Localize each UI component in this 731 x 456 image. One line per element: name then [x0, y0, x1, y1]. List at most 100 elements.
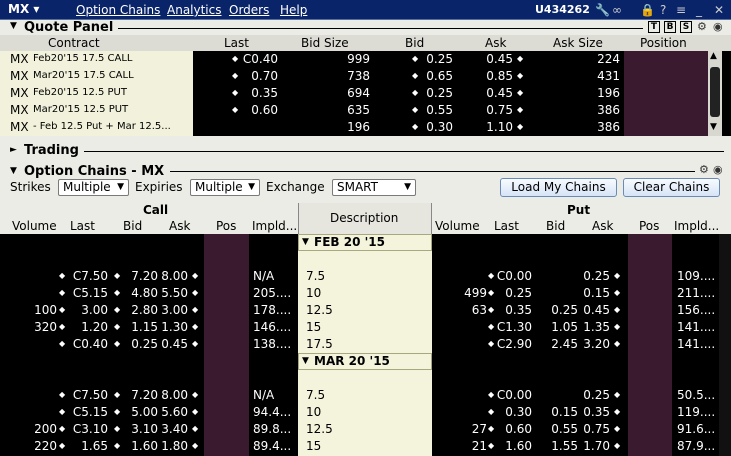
minimize-icon[interactable]: _: [696, 3, 702, 17]
chain-row[interactable]: ◆ C7.50 ◆ 7.20 8.00 ◆ N/A 7.5 ◆ C0.00 0.25 ◆ 109....: [0, 268, 731, 285]
chevron-down-icon[interactable]: ▼: [302, 356, 309, 366]
put-last-cell: 0.60: [505, 422, 532, 436]
expiries-select[interactable]: Multiple ▼: [190, 179, 260, 196]
diamond-icon: ◆: [192, 441, 199, 450]
quote-row[interactable]: MX Mar20'15 12.5 PUT ◆ 0.60 635 ◆ 0.55 0.75 ◆ 386: [0, 102, 708, 119]
scroll-thumb[interactable]: [710, 67, 720, 117]
call-volume-cell: 100: [34, 303, 57, 317]
symbol-selector[interactable]: MX ▾: [8, 2, 39, 16]
menu-option-chains[interactable]: Option Chains: [76, 3, 160, 17]
chain-row[interactable]: 200 ◆ C3.10 ◆ 3.10 3.40 ◆ 89.8... 12.5 27 ◆ 0.60 0.5…: [0, 421, 731, 438]
col-call-volume[interactable]: Volume: [12, 219, 57, 233]
expand-icon[interactable]: ►: [10, 145, 17, 155]
diamond-icon: ◆: [614, 288, 621, 297]
col-ask-size[interactable]: Ask Size: [553, 36, 603, 50]
col-contract[interactable]: Contract: [48, 36, 100, 50]
call-last-cell: 3.00: [81, 303, 108, 317]
col-put-ask[interactable]: Ask: [592, 219, 613, 233]
menu-help[interactable]: Help: [280, 3, 307, 17]
col-call-pos[interactable]: Pos: [216, 219, 236, 233]
link-icon[interactable]: ∞: [612, 3, 622, 17]
call-last-cell: C5.15: [72, 286, 108, 300]
chain-row[interactable]: 100 ◆ 3.00 ◆ 2.80 3.00 ◆ 178.... 12.5 63 ◆ 0.35 0.25…: [0, 302, 731, 319]
account-id: U434262: [535, 3, 590, 16]
bid-cell: 0.25: [426, 86, 453, 100]
col-call-bid[interactable]: Bid: [123, 219, 142, 233]
chain-row[interactable]: ◆ C7.50 ◆ 7.20 8.00 ◆ N/A 7.5 ◆ C0.00 0.25 ◆ 50.5...: [0, 387, 731, 404]
put-pos-cell: [628, 387, 672, 404]
divider: [118, 28, 643, 29]
menu-analytics[interactable]: Analytics: [167, 3, 222, 17]
expiry-group-header[interactable]: ▼ FEB 20 '15: [0, 234, 731, 251]
desc-cell: [298, 370, 432, 387]
col-call-impld[interactable]: Impld...: [252, 219, 297, 233]
quote-row[interactable]: MX - Feb 12.5 Put + Mar 12.5... 196 ◆ 0.30 1.…: [0, 119, 708, 136]
wrench-icon[interactable]: 🔧: [595, 3, 610, 17]
option-chains-title: Option Chains - MX: [24, 164, 165, 179]
desc-header[interactable]: Description: [298, 203, 432, 234]
quote-scrollbar[interactable]: ▲ ▼: [708, 51, 722, 136]
collapse-icon[interactable]: ▼: [10, 166, 17, 176]
quote-row[interactable]: MX Mar20'15 17.5 CALL ◆ 0.70 738 ◆ 0.65 0.85 ◆ 43…: [0, 68, 708, 85]
quote-row[interactable]: MX Feb20'15 12.5 PUT ◆ 0.35 694 ◆ 0.25 0.45 ◆ 196: [0, 85, 708, 102]
bid-size-cell: 196: [347, 120, 370, 134]
expiries-label: Expiries: [135, 180, 183, 194]
exchange-select[interactable]: SMART ▼: [332, 179, 416, 196]
col-put-pos[interactable]: Pos: [639, 219, 659, 233]
col-put-volume[interactable]: Volume: [435, 219, 480, 233]
col-description: Description: [330, 211, 399, 225]
load-my-chains-button[interactable]: Load My Chains: [500, 178, 617, 197]
chain-row[interactable]: ◆ C5.15 ◆ 5.00 5.60 ◆ 94.4... 10 ◆ 0.30 0.15 0.35 ◆ 1…: [0, 404, 731, 421]
contract-name: Mar20'15 12.5 PUT: [33, 104, 129, 115]
scroll-down-icon[interactable]: ▼: [710, 122, 717, 132]
chain-scrollbar[interactable]: [719, 234, 731, 456]
help-icon[interactable]: ?: [660, 3, 666, 17]
put-pos-cell: [628, 353, 672, 370]
strikes-label: Strikes: [10, 180, 51, 194]
col-call-ask[interactable]: Ask: [169, 219, 190, 233]
gear-icon[interactable]: ⚙: [699, 163, 709, 176]
divider: [170, 171, 695, 172]
put-ask-cell: 3.20: [583, 337, 610, 351]
col-bid[interactable]: Bid: [405, 36, 424, 50]
chain-row[interactable]: ◆ C0.40 ◆ 0.25 0.45 ◆ 138.... 17.5 ◆ C2.90 2.45 3.2…: [0, 336, 731, 353]
lock-icon[interactable]: 🔒: [640, 3, 655, 17]
col-put-bid[interactable]: Bid: [546, 219, 565, 233]
col-bid-size[interactable]: Bid Size: [301, 36, 349, 50]
col-call-last[interactable]: Last: [70, 219, 95, 233]
call-impld-cell: 178....: [253, 303, 292, 317]
strikes-select[interactable]: Multiple ▼: [58, 179, 129, 196]
chevron-down-icon[interactable]: ▼: [302, 237, 309, 247]
globe-icon[interactable]: ◉: [713, 163, 723, 176]
menu-orders[interactable]: Orders: [229, 3, 269, 17]
t-button[interactable]: T: [648, 21, 660, 33]
col-put-impld[interactable]: Impld...: [674, 219, 719, 233]
expiry-group-header[interactable]: ▼ MAR 20 '15: [0, 353, 731, 370]
col-ask[interactable]: Ask: [485, 36, 506, 50]
chain-row[interactable]: ◆ C5.15 ◆ 4.80 5.50 ◆ 205.... 10 499 ◆ 0.25 0.15 ◆ 21…: [0, 285, 731, 302]
scroll-up-icon[interactable]: ▲: [710, 51, 717, 61]
clear-chains-button[interactable]: Clear Chains: [623, 178, 720, 197]
strike-value: 10: [306, 286, 322, 300]
chain-row[interactable]: 220 ◆ 1.65 ◆ 1.60 1.80 ◆ 89.4... 15 21 ◆ 1.60 1.55 1.…: [0, 438, 731, 455]
close-icon[interactable]: ✕: [714, 3, 724, 17]
quote-row[interactable]: MX Feb20'15 17.5 CALL ◆ C0.40 999 ◆ 0.25 0.45 ◆ 2…: [0, 51, 708, 68]
collapse-icon[interactable]: ▼: [10, 21, 17, 31]
chain-row[interactable]: 320 ◆ 1.20 ◆ 1.15 1.30 ◆ 146.... 15 ◆ C1.30 1.05 1.3…: [0, 319, 731, 336]
ask-cell: 0.85: [486, 69, 513, 83]
col-put-last[interactable]: Last: [494, 219, 519, 233]
b-button[interactable]: B: [664, 21, 676, 33]
put-pos-cell: [628, 234, 672, 251]
col-last[interactable]: Last: [224, 36, 249, 50]
put-pos-cell: [628, 404, 672, 421]
call-ask-cell: 1.80: [161, 439, 188, 453]
settings-icon[interactable]: ≡: [676, 3, 686, 17]
diamond-icon: ◆: [232, 71, 239, 80]
gear-icon[interactable]: ⚙: [697, 20, 707, 33]
s-button[interactable]: S: [680, 21, 692, 33]
globe-icon[interactable]: ◉: [713, 20, 723, 33]
col-position[interactable]: Position: [640, 36, 687, 50]
call-pos-cell: [204, 234, 249, 251]
ask-cell: 0.45: [486, 86, 513, 100]
call-pos-cell: [204, 438, 249, 455]
